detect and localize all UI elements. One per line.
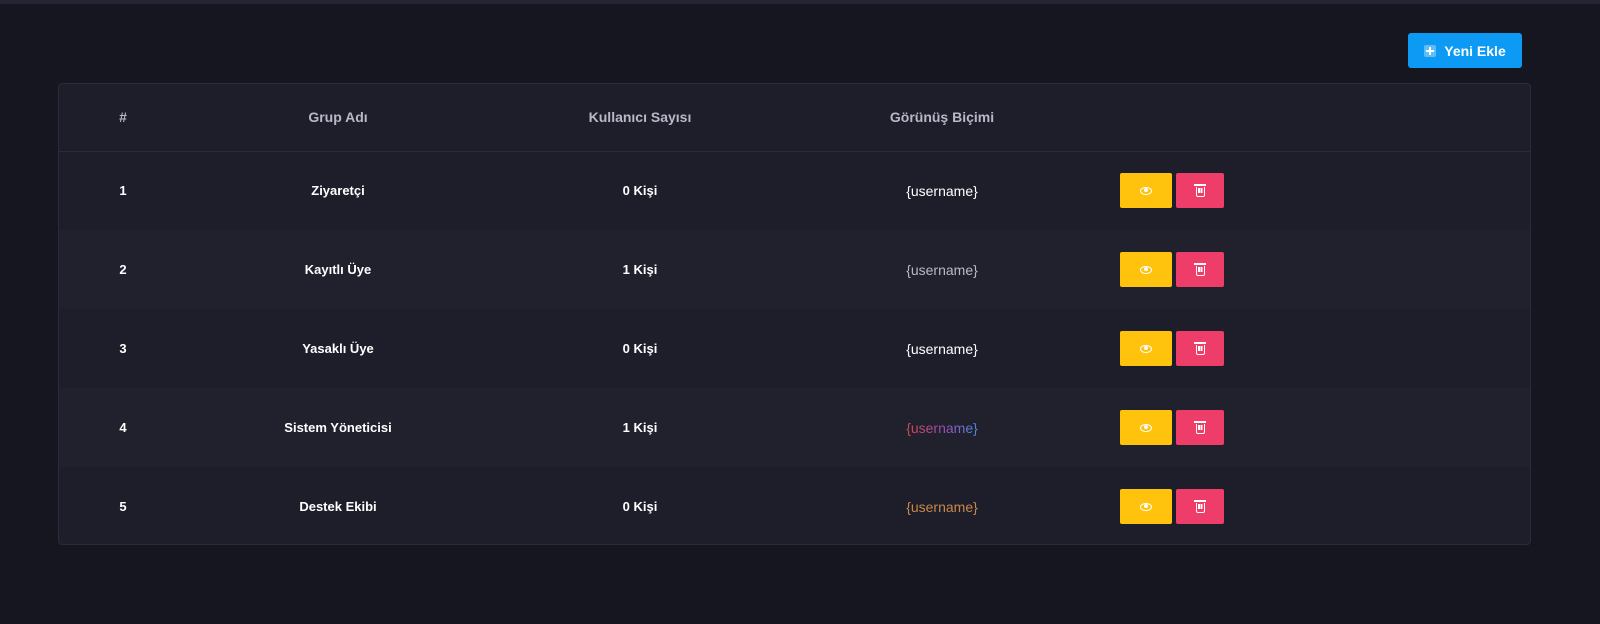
view-button[interactable] — [1120, 331, 1172, 366]
row-display-format: {username} — [906, 340, 978, 357]
trash-icon — [1193, 500, 1206, 513]
row-user-count: 1 Kişi — [622, 262, 658, 277]
row-actions — [1093, 173, 1530, 209]
top-divider — [0, 0, 1600, 4]
table-row: 1 Ziyaretçi 0 Kişi {username} — [59, 151, 1530, 230]
row-user-count: 0 Kişi — [622, 499, 658, 514]
trash-icon — [1193, 184, 1206, 198]
table-row: 2 Kayıtlı Üye 1 Kişi {username} — [59, 230, 1530, 309]
header-index: # — [119, 109, 127, 126]
row-actions — [1093, 410, 1530, 445]
row-display-format: {username} — [906, 261, 978, 278]
header-group-name: Grup Adı — [308, 109, 368, 126]
row-display-format: {username} — [906, 498, 978, 515]
add-new-button[interactable]: Yeni Ekle — [1408, 33, 1522, 68]
header-user-count: Kullanıcı Sayısı — [588, 109, 692, 126]
view-button[interactable] — [1120, 252, 1172, 287]
add-new-label: Yeni Ekle — [1444, 42, 1506, 59]
table-header-row: # Grup Adı Kullanıcı Sayısı Görünüş Biçi… — [59, 84, 1530, 151]
row-group-name: Destek Ekibi — [299, 499, 377, 514]
view-button[interactable] — [1120, 173, 1172, 209]
plus-square-icon — [1424, 44, 1437, 57]
delete-button[interactable] — [1176, 331, 1224, 366]
row-index: 5 — [119, 499, 127, 514]
eye-icon — [1140, 344, 1152, 353]
eye-icon — [1140, 502, 1152, 511]
row-group-name: Kayıtlı Üye — [304, 262, 372, 277]
header-display-format: Görünüş Biçimi — [889, 109, 995, 126]
row-group-name: Yasaklı Üye — [302, 341, 374, 356]
row-actions — [1093, 252, 1530, 287]
row-index: 2 — [119, 262, 127, 277]
row-group-name: Sistem Yöneticisi — [284, 420, 392, 435]
groups-table: # Grup Adı Kullanıcı Sayısı Görünüş Biçi… — [59, 84, 1530, 544]
trash-icon — [1193, 342, 1206, 355]
eye-icon — [1140, 265, 1152, 274]
view-button[interactable] — [1120, 489, 1172, 524]
eye-icon — [1140, 186, 1152, 195]
view-button[interactable] — [1120, 410, 1172, 445]
row-index: 1 — [119, 183, 127, 199]
delete-button[interactable] — [1176, 173, 1224, 209]
trash-icon — [1193, 421, 1206, 434]
row-index: 4 — [119, 420, 127, 435]
table-row: 3 Yasaklı Üye 0 Kişi {username} — [59, 309, 1530, 388]
eye-icon — [1140, 423, 1152, 432]
header-actions — [1093, 84, 1530, 151]
row-user-count: 0 Kişi — [622, 341, 658, 356]
row-display-format: {username} — [906, 182, 978, 199]
delete-button[interactable] — [1176, 410, 1224, 445]
trash-icon — [1193, 263, 1206, 276]
row-group-name: Ziyaretçi — [311, 183, 365, 199]
row-index: 3 — [119, 341, 127, 356]
row-user-count: 1 Kişi — [622, 420, 658, 435]
groups-table-card: # Grup Adı Kullanıcı Sayısı Görünüş Biçi… — [58, 83, 1531, 545]
row-actions — [1093, 331, 1530, 366]
table-row: 5 Destek Ekibi 0 Kişi {username} — [59, 467, 1530, 544]
row-actions — [1093, 489, 1530, 524]
row-display-format: {username} — [906, 419, 978, 436]
table-row: 4 Sistem Yöneticisi 1 Kişi {username} — [59, 388, 1530, 467]
row-user-count: 0 Kişi — [622, 183, 658, 199]
delete-button[interactable] — [1176, 252, 1224, 287]
delete-button[interactable] — [1176, 489, 1224, 524]
